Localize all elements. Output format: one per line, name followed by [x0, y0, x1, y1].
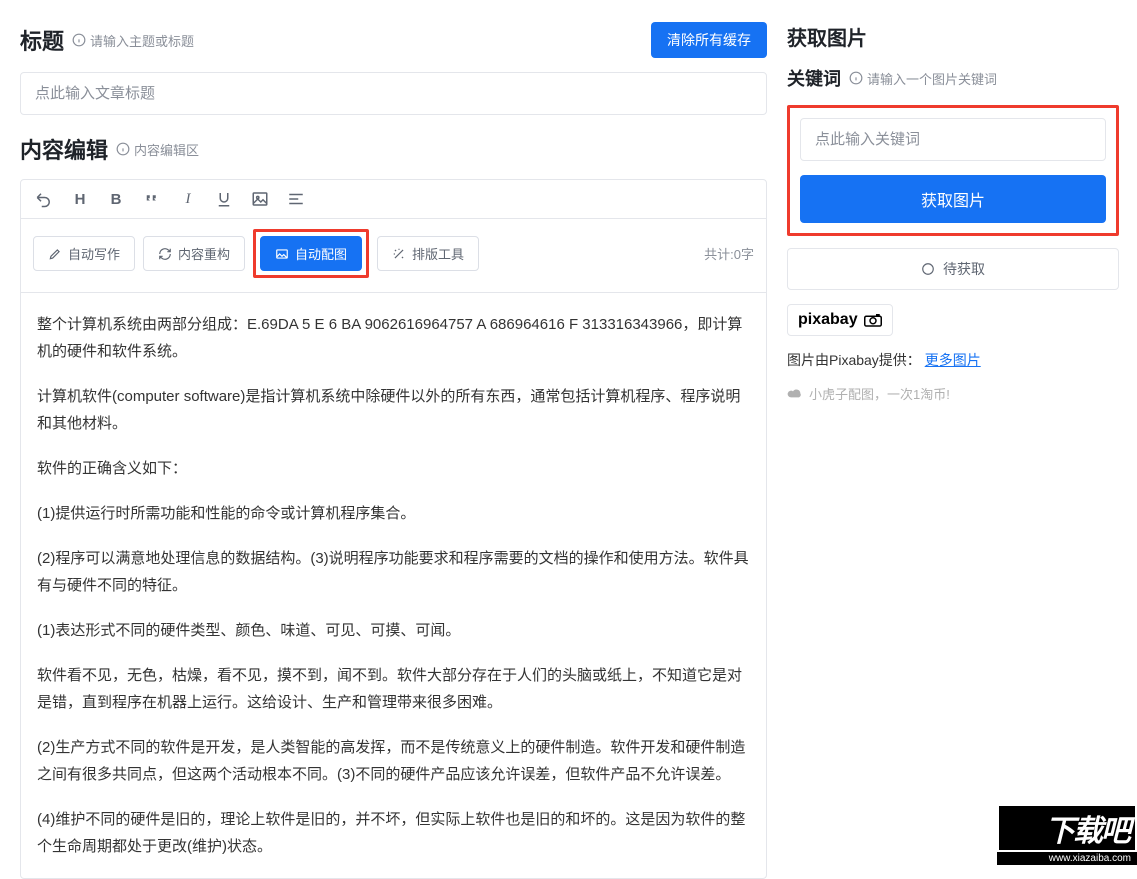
image-icon	[275, 247, 289, 261]
content-hint: 内容编辑区	[116, 140, 199, 159]
fetch-image-title: 获取图片	[787, 22, 1119, 51]
editor-body[interactable]: 整个计算机系统由两部分组成：E.69DA 5 E 6 BA 9062616964…	[21, 293, 766, 860]
title-label: 标题	[20, 24, 64, 56]
keyword-hint: 请输入一个图片关键词	[849, 69, 997, 88]
quote-icon[interactable]	[143, 190, 161, 208]
char-count: 共计:0字	[704, 244, 754, 263]
auto-write-button[interactable]: 自动写作	[33, 236, 135, 271]
editor-paragraph: 软件的正确含义如下：	[37, 455, 750, 482]
keyword-input[interactable]	[800, 118, 1106, 161]
footer-note: 小虎子配图，一次1淘币!	[787, 384, 1119, 403]
italic-icon[interactable]: I	[179, 190, 197, 208]
info-icon	[849, 71, 863, 85]
circle-icon	[921, 262, 935, 276]
wand-icon	[392, 247, 406, 261]
editor-paragraph: (1)表达形式不同的硬件类型、颜色、味道、可见、可摸、可闻。	[37, 617, 750, 644]
editor-paragraph: 软件看不见，无色，枯燥，看不见，摸不到，闻不到。软件大部分存在于人们的头脑或纸上…	[37, 662, 750, 716]
pencil-icon	[48, 247, 62, 261]
action-toolbar: 自动写作 内容重构 自动配图 排版工具	[21, 219, 766, 293]
more-images-link[interactable]: 更多图片	[925, 352, 981, 368]
camera-icon	[864, 313, 882, 327]
info-icon	[72, 33, 86, 47]
underline-icon[interactable]	[215, 190, 233, 208]
keyword-label: 关键词	[787, 65, 841, 91]
auto-image-button[interactable]: 自动配图	[260, 236, 362, 271]
highlight-auto-image: 自动配图	[253, 229, 369, 278]
title-input[interactable]	[20, 72, 767, 115]
align-icon[interactable]	[287, 190, 305, 208]
editor-paragraph: 计算机软件(computer software)是指计算机系统中除硬件以外的所有…	[37, 383, 750, 437]
provider-line: 图片由Pixabay提供： 更多图片	[787, 350, 1119, 370]
pixabay-badge: pixabay	[787, 304, 893, 336]
watermark: 下载吧 www.xiazaiba.com	[997, 804, 1137, 860]
editor-paragraph: (1)提供运行时所需功能和性能的命令或计算机程序集合。	[37, 500, 750, 527]
editor-card: H B I 自动写作	[20, 179, 767, 879]
fetch-image-button[interactable]: 获取图片	[800, 175, 1106, 223]
restructure-button[interactable]: 内容重构	[143, 236, 245, 271]
editor-paragraph: (4)维护不同的硬件是旧的，理论上软件是旧的，并不坏，但实际上软件也是旧的和坏的…	[37, 806, 750, 860]
keyword-header: 关键词 请输入一个图片关键词	[787, 65, 1119, 91]
cloud-icon	[787, 388, 803, 400]
editor-paragraph: (2)程序可以满意地处理信息的数据结构。(3)说明程序功能要求和程序需要的文档的…	[37, 545, 750, 599]
image-icon[interactable]	[251, 190, 269, 208]
content-label: 内容编辑	[20, 133, 108, 165]
bold-icon[interactable]: B	[107, 190, 125, 208]
layout-tool-button[interactable]: 排版工具	[377, 236, 479, 271]
format-toolbar: H B I	[21, 180, 766, 219]
editor-paragraph: 整个计算机系统由两部分组成：E.69DA 5 E 6 BA 9062616964…	[37, 311, 750, 365]
pending-button[interactable]: 待获取	[787, 248, 1119, 290]
clear-cache-button[interactable]: 清除所有缓存	[651, 22, 767, 58]
undo-icon[interactable]	[35, 190, 53, 208]
editor-paragraph: (2)生产方式不同的软件是开发，是人类智能的高发挥，而不是传统意义上的硬件制造。…	[37, 734, 750, 788]
title-header: 标题 请输入主题或标题 清除所有缓存	[20, 22, 767, 58]
heading-icon[interactable]: H	[71, 190, 89, 208]
info-icon	[116, 142, 130, 156]
keyword-highlight-box: 获取图片	[787, 105, 1119, 236]
refresh-icon	[158, 247, 172, 261]
title-hint: 请输入主题或标题	[72, 31, 194, 50]
